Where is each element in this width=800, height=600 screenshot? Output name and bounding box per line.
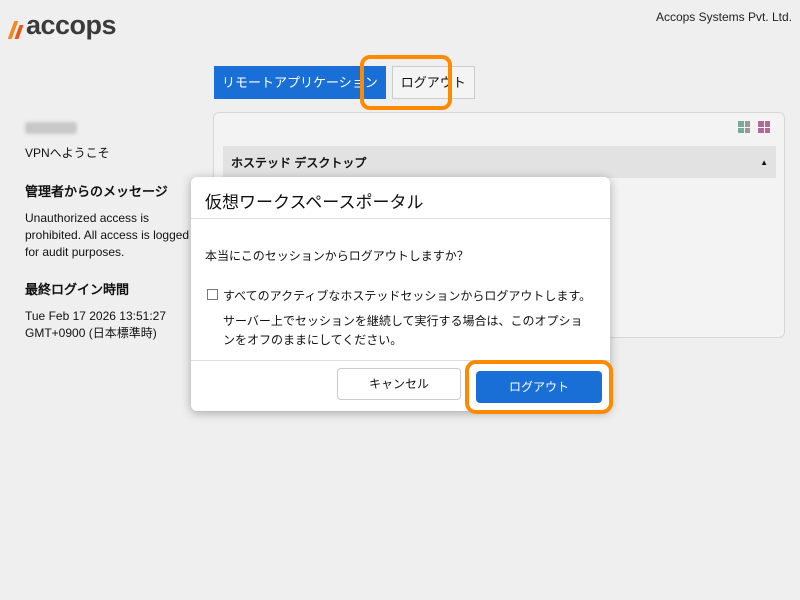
logout-all-checkbox[interactable]	[207, 289, 218, 300]
welcome-text: VPNへようこそ	[25, 146, 110, 160]
admin-message-title: 管理者からのメッセージ	[25, 184, 168, 199]
dialog-title: 仮想ワークスペースポータル	[191, 177, 610, 219]
accops-logo: accops	[7, 10, 117, 41]
group-header-label: ホステッド デスクトップ	[231, 155, 367, 170]
company-name: Accops Systems Pvt. Ltd.	[655, 10, 792, 24]
logo-text: accops	[26, 10, 117, 40]
view-toggle	[738, 121, 770, 133]
collapse-caret-icon[interactable]: ▲	[760, 158, 768, 167]
last-login-title: 最終ログイン時間	[25, 282, 130, 297]
sidebar: VPNへようこそ 管理者からのメッセージ Unauthorized access…	[25, 122, 200, 360]
logout-all-option[interactable]: すべてのアクティブなホステッドセッションからログアウトします。	[191, 264, 610, 304]
logo-mark-icon	[7, 13, 24, 39]
username-redacted	[25, 122, 77, 134]
option-note: サーバー上でセッションを継続して実行する場合は、このオプションをオフのままにして…	[223, 314, 583, 347]
cancel-button[interactable]: キャンセル	[337, 368, 461, 400]
hosted-desktop-group-header[interactable]: ホステッド デスクトップ ▲	[223, 146, 776, 178]
admin-message-body: Unauthorized access is prohibited. All a…	[25, 211, 190, 259]
logout-all-label[interactable]: すべてのアクティブなホステッドセッションからログアウトします。	[223, 287, 591, 304]
list-view-icon[interactable]	[738, 121, 750, 133]
dialog-question: 本当にこのセッションからログアウトしますか？	[205, 249, 469, 263]
last-login-time: Tue Feb 17 2026 13:51:27 GMT+0900 (日本標準時…	[25, 309, 166, 340]
logout-button-highlight	[465, 360, 613, 414]
grid-view-icon[interactable]	[758, 121, 770, 133]
logout-tab-highlight	[360, 55, 452, 110]
